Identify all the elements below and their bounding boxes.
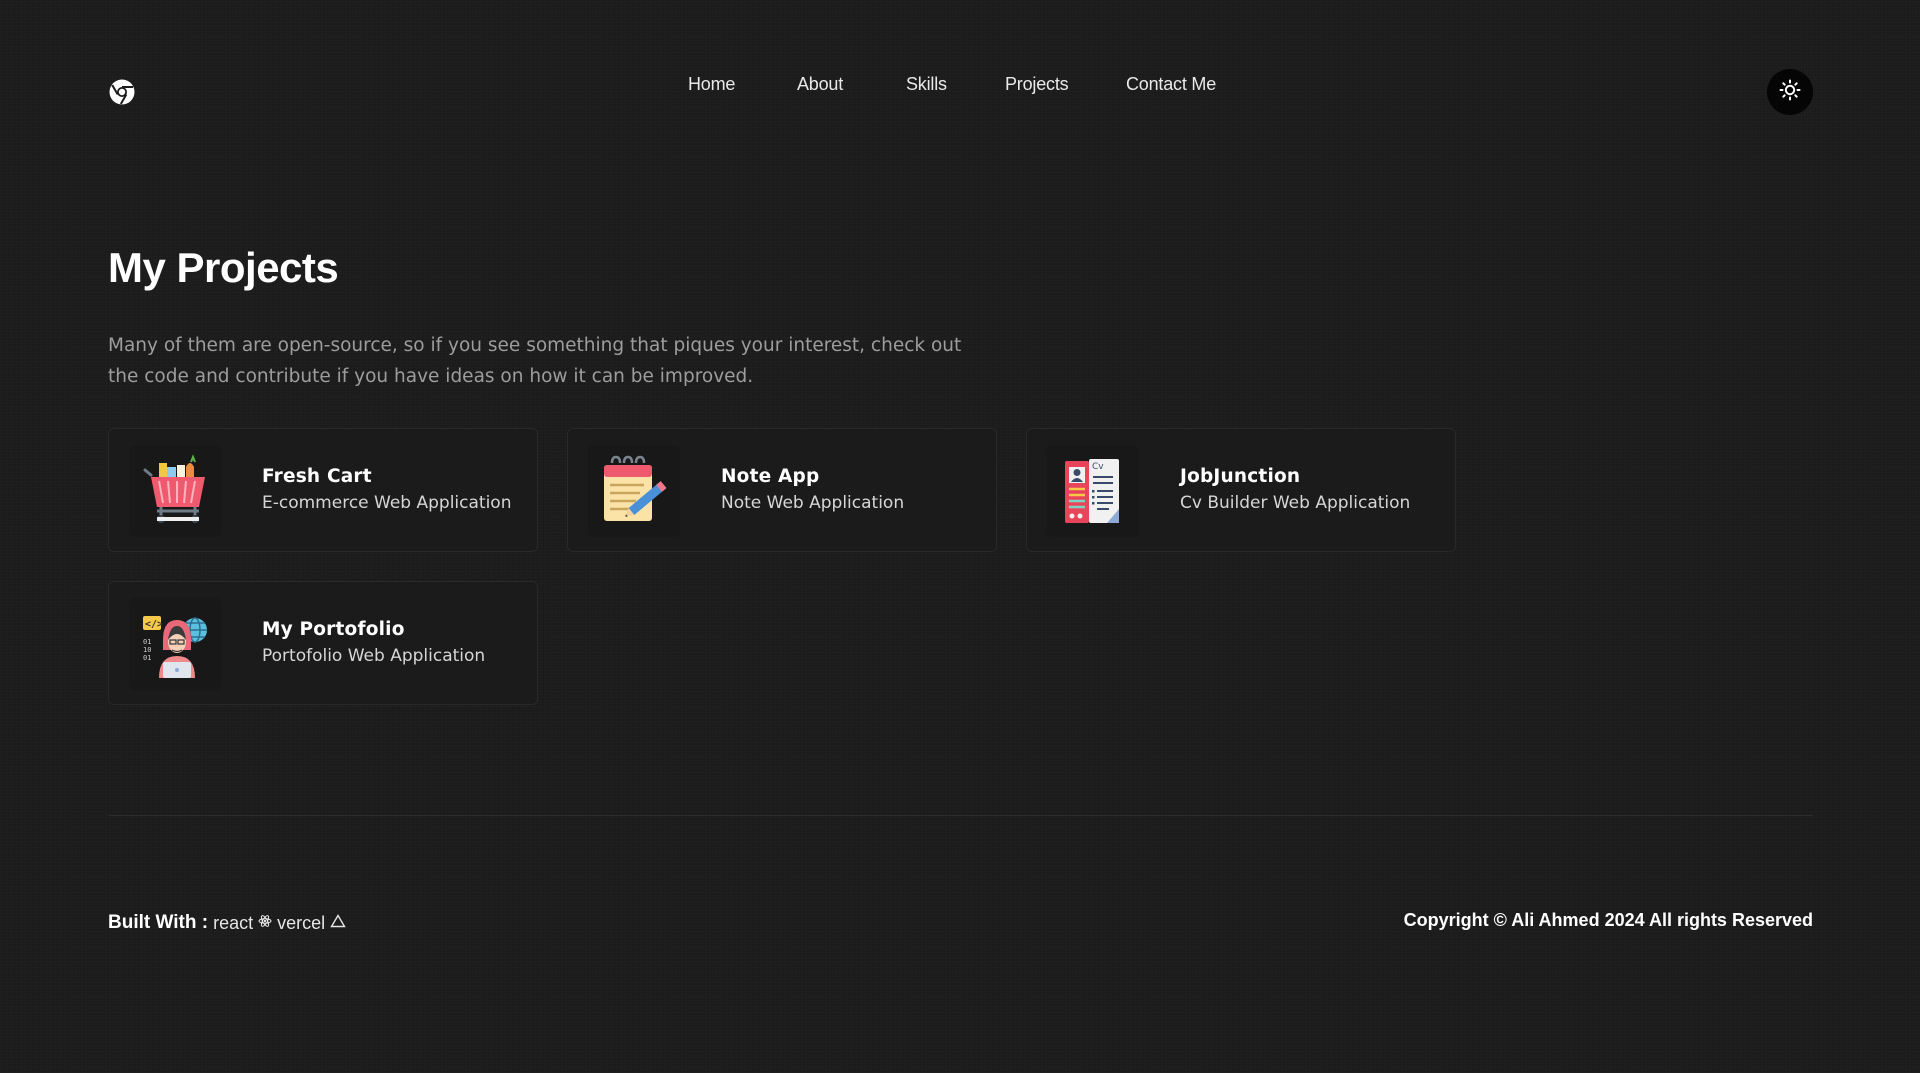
project-name: Fresh Cart	[262, 466, 372, 487]
shopping-cart-icon	[129, 445, 221, 537]
svg-text:Cv: Cv	[1092, 462, 1104, 472]
project-name: JobJunction	[1180, 466, 1301, 487]
svg-text:01: 01	[143, 638, 151, 646]
svg-text:01: 01	[143, 654, 151, 662]
built-with: Built With : react vercel	[108, 912, 346, 934]
project-description: E-commerce Web Application	[262, 493, 512, 513]
project-card-note-app[interactable]: Note App Note Web Application	[567, 428, 997, 552]
project-description: Note Web Application	[721, 493, 905, 513]
project-name: My Portofolio	[262, 619, 405, 640]
nav-skills-link[interactable]: Skills	[906, 74, 947, 95]
svg-text:10: 10	[143, 646, 151, 654]
nav-about-link[interactable]: About	[797, 74, 843, 95]
project-description: Portofolio Web Application	[262, 646, 486, 666]
theme-toggle-button[interactable]	[1767, 69, 1813, 115]
tech-vercel-label: vercel	[277, 912, 326, 933]
copyright-text: Copyright © Ali Ahmed 2024 All rights Re…	[1403, 910, 1813, 930]
react-atom-icon	[258, 912, 272, 934]
vercel-triangle-icon	[330, 912, 346, 934]
svg-text:</>: </>	[145, 619, 163, 630]
nav-projects-link[interactable]: Projects	[1005, 74, 1069, 95]
notepad-icon	[588, 445, 680, 537]
cv-document-icon: Cv	[1047, 445, 1139, 537]
tech-react-label: react	[213, 912, 254, 933]
page-title: My Projects	[108, 244, 339, 291]
project-description: Cv Builder Web Application	[1180, 493, 1411, 513]
nav-home-link[interactable]: Home	[688, 74, 735, 95]
sun-icon	[1779, 79, 1801, 106]
built-with-label: Built With :	[108, 912, 209, 933]
nav-contact-link[interactable]: Contact Me	[1126, 74, 1216, 95]
project-card-my-portofolio[interactable]: </> 01 10 01 My Portofolio Portofolio We…	[108, 581, 538, 705]
projects-intro-text: Many of them are open-source, so if you …	[108, 335, 962, 387]
main-nav: Home About Skills Projects Contact Me	[0, 74, 1920, 98]
project-card-jobjunction[interactable]: Cv JobJunction Cv Builder Web Applicatio…	[1026, 428, 1456, 552]
developer-avatar-icon: </> 01 10 01	[129, 598, 221, 690]
project-name: Note App	[721, 466, 820, 487]
project-card-fresh-cart[interactable]: Fresh Cart E-commerce Web Application	[108, 428, 538, 552]
footer-divider	[108, 815, 1813, 816]
